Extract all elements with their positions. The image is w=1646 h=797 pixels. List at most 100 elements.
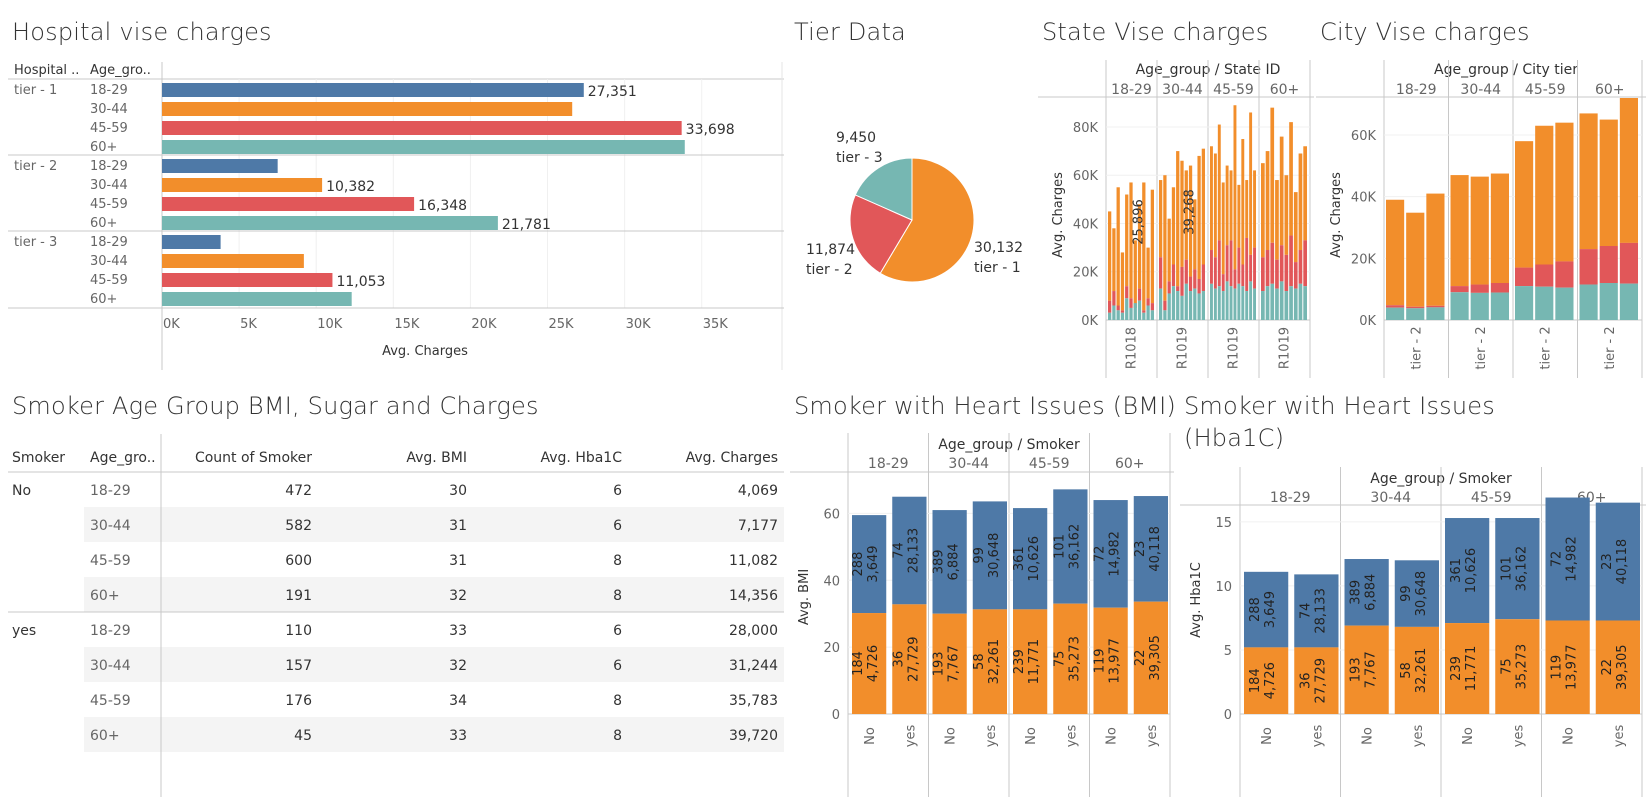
data-label: 36,162 xyxy=(1514,546,1529,592)
y-axis-title: Avg. BMI xyxy=(797,569,812,625)
table-header: Count of Smoker xyxy=(195,450,312,466)
table-row-stripe xyxy=(84,507,784,542)
bar xyxy=(162,121,682,135)
bar-segment xyxy=(1293,192,1298,263)
bar-segment xyxy=(1293,288,1298,320)
bar-segment xyxy=(1579,113,1598,250)
heart-hba1c-title-line1: Smoker with Heart Issues xyxy=(1184,392,1495,420)
table-row-stripe xyxy=(84,647,784,682)
age-label: 18-29 xyxy=(90,83,128,98)
bar xyxy=(162,102,573,116)
data-label: 30,648 xyxy=(1414,571,1429,617)
table-cell: 6 xyxy=(613,658,622,674)
bar-segment xyxy=(1120,312,1125,320)
state-chart: Age_group / State ID18-29 30-44 45-59 60+0K… xyxy=(1038,60,1314,378)
x-tick-label: tier - 2 xyxy=(1474,326,1489,369)
data-label: 36 xyxy=(1298,672,1313,689)
bar-segment xyxy=(1176,286,1180,292)
table-cell-age: 18-29 xyxy=(90,483,131,499)
y-tick-label: 5 xyxy=(1224,644,1232,659)
table-cell: 157 xyxy=(285,658,312,674)
y-tick-label: 0K xyxy=(1359,314,1376,329)
bar-segment xyxy=(1515,267,1534,287)
bar-segment xyxy=(1217,286,1221,320)
data-label: 99 xyxy=(1399,585,1414,602)
table-cell: 28,000 xyxy=(729,623,778,639)
y-tick-label: 0 xyxy=(1224,708,1232,723)
bar-segment xyxy=(1245,180,1249,238)
table-cell: 35,783 xyxy=(729,693,778,709)
row-header-hospital: Hospital .. xyxy=(14,63,79,78)
data-label: 23 xyxy=(1133,541,1148,558)
table-row-stripe xyxy=(84,717,784,752)
table-cell-smoker: yes xyxy=(12,623,36,639)
group-header: 60+ xyxy=(1115,456,1145,472)
data-label: 3,649 xyxy=(866,545,881,582)
table-cell-age: 30-44 xyxy=(90,518,131,534)
table-cell: 14,356 xyxy=(729,588,778,604)
bar-segment xyxy=(1237,247,1241,284)
y-tick-label: 20 xyxy=(823,641,840,656)
bar-segment xyxy=(1426,305,1445,308)
data-label: 32,261 xyxy=(1414,648,1429,694)
x-tick-label: tier - 2 xyxy=(1603,326,1618,369)
bar-segment xyxy=(1108,211,1112,301)
smoker-table-background: Smoker Age_gro.. Count of Smoker Avg. BMI Av… xyxy=(8,434,784,797)
table-cell: 45 xyxy=(294,728,312,744)
table-cell: 4,069 xyxy=(738,483,778,499)
bar-segment xyxy=(1245,237,1249,292)
y-tick-label: 0 xyxy=(832,708,840,723)
data-label: 35,273 xyxy=(1514,644,1529,690)
bar-segment xyxy=(1210,283,1213,320)
bar-segment xyxy=(1150,310,1154,320)
x-tick-label: R1018 xyxy=(1125,327,1140,369)
bar-segment xyxy=(1619,98,1638,243)
data-label: 101 xyxy=(1499,556,1514,581)
bar-segment xyxy=(1249,281,1253,320)
bar-segment xyxy=(1146,305,1150,320)
bar-segment xyxy=(1298,283,1303,320)
city-chart: Age_group / City tier 18-29 30-44 45-59 60+ 0… xyxy=(1316,60,1646,378)
x-tick-label: No xyxy=(1461,727,1476,745)
tier-pie-title: Tier Data xyxy=(794,18,906,46)
tier-pie-chart: 30,132 tier - 1 11,874 tier - 2 9,450 tier - … xyxy=(806,130,1023,283)
table-cell: 8 xyxy=(613,728,622,744)
table-header: Smoker xyxy=(12,450,65,466)
bar-segment xyxy=(1298,250,1303,284)
smoker-table-panel: Smoker Age Group BMI, Sugar and Charges … xyxy=(8,392,784,797)
bar-segment xyxy=(1241,264,1245,287)
bar-segment xyxy=(1225,165,1229,246)
age-label: 18-29 xyxy=(90,235,128,250)
bar-segment xyxy=(1619,283,1638,320)
data-label: 40,118 xyxy=(1148,526,1163,572)
x-tick-label: No xyxy=(944,727,959,745)
bar-segment xyxy=(1275,180,1279,260)
group-header: 60+ xyxy=(1270,82,1300,98)
bar-segment xyxy=(1426,307,1445,320)
bar-segment xyxy=(1108,312,1112,320)
bar-segment xyxy=(1197,293,1201,320)
heart-hba1c-panel: Smoker with Heart Issues (Hba1C) Age_gro… xyxy=(1180,392,1646,797)
x-tick-label: yes xyxy=(1145,725,1160,748)
bar-segment xyxy=(1261,257,1265,292)
data-label: 361 xyxy=(1449,558,1464,583)
bar-segment xyxy=(1112,228,1116,292)
bar-segment xyxy=(1159,180,1163,258)
data-label: 36,162 xyxy=(1067,524,1082,570)
age-label: 30-44 xyxy=(90,254,128,269)
data-label: 58 xyxy=(972,653,987,670)
state-chart-panel: State Vise charges Age_group / State ID 1… xyxy=(1038,18,1314,380)
data-label: 22 xyxy=(1600,659,1615,676)
bar-segment xyxy=(1245,291,1249,320)
bar-segment xyxy=(1176,151,1180,287)
bar-segment xyxy=(1142,310,1146,313)
table-cell-age: 18-29 xyxy=(90,623,131,639)
y-axis-title: Avg. Charges xyxy=(1051,172,1066,258)
table-cell: 31,244 xyxy=(729,658,778,674)
data-label: 14,982 xyxy=(1108,531,1123,577)
bar-segment xyxy=(1579,249,1598,285)
table-cell-age: 45-59 xyxy=(90,693,131,709)
y-axis-title: Avg. Charges xyxy=(1329,172,1344,258)
table-cell: 600 xyxy=(285,553,312,569)
data-label: 27,351 xyxy=(588,84,637,100)
